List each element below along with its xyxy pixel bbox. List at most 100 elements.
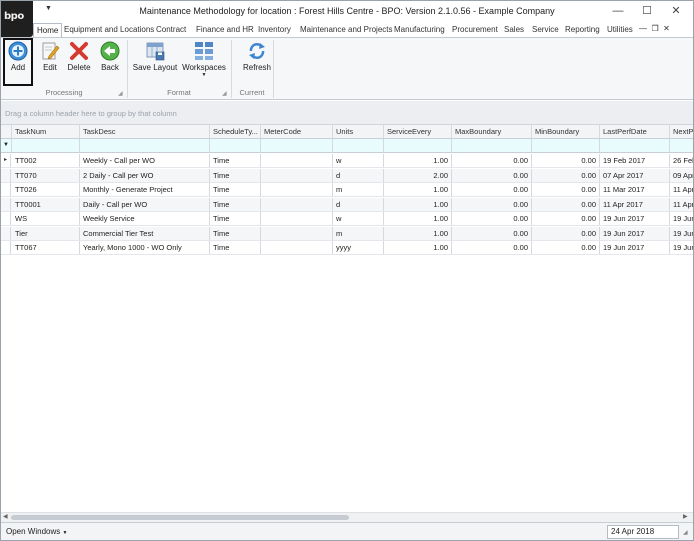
column-header-scheduletype[interactable]: ScheduleTy...	[210, 125, 261, 138]
tab-utilities[interactable]: Utilities	[604, 23, 636, 38]
current-row-indicator-icon[interactable]: ▸	[1, 154, 11, 167]
cell-maxboundary[interactable]: 0.00	[452, 168, 532, 182]
tab-service[interactable]: Service	[529, 23, 562, 38]
cell-scheduletype[interactable]: Time	[210, 168, 261, 182]
cell-lastperfdate[interactable]: 11 Apr 2017	[600, 197, 670, 211]
filter-cell[interactable]	[532, 139, 600, 152]
scroll-right-icon[interactable]: ▶	[683, 513, 688, 522]
tab-reporting[interactable]: Reporting	[562, 23, 603, 38]
group-by-panel[interactable]: Drag a column header here to group by th…	[1, 101, 693, 125]
open-windows-button[interactable]: Open Windows ▼	[6, 527, 67, 536]
cell-units[interactable]: d	[333, 197, 384, 211]
tab-equipment-and-locations[interactable]: Equipment and Locations	[61, 23, 157, 38]
cell-nextperfdate[interactable]: 11 Apr	[670, 183, 693, 196]
cell-taskdesc[interactable]: Monthly - Generate Project	[80, 183, 210, 196]
tab-inventory[interactable]: Inventory	[255, 23, 294, 38]
cell-nextperfdate[interactable]: 09 Apr	[670, 169, 693, 182]
cell-scheduletype[interactable]: Time	[210, 154, 261, 167]
row-indicator[interactable]	[1, 168, 11, 182]
processing-launcher-icon[interactable]: ◢	[118, 90, 123, 97]
cell-maxboundary[interactable]: 0.00	[452, 183, 532, 196]
tab-sales[interactable]: Sales	[501, 23, 527, 38]
cell-metercode[interactable]	[261, 154, 333, 167]
row-indicator[interactable]	[1, 183, 11, 196]
column-header-nextperfdate[interactable]: NextPe	[670, 125, 693, 138]
cell-nextperfdate[interactable]: 19 Jun	[670, 241, 693, 254]
maximize-button[interactable]: ☐	[635, 3, 659, 19]
filter-cell[interactable]	[210, 139, 261, 152]
cell-lastperfdate[interactable]: 11 Mar 2017	[600, 183, 670, 196]
column-header-taskdesc[interactable]: TaskDesc	[80, 125, 210, 138]
cell-lastperfdate[interactable]: 19 Feb 2017	[600, 154, 670, 167]
minimize-button[interactable]: —	[606, 3, 630, 19]
cell-tasknum[interactable]: TT0001	[12, 197, 80, 211]
table-row[interactable]: TT067 Yearly, Mono 1000 - WO Only Time yyyy…	[1, 241, 693, 255]
cell-taskdesc[interactable]: Daily - Call per WO	[80, 197, 210, 211]
tab-contract[interactable]: Contract	[153, 23, 189, 38]
cell-minboundary[interactable]: 0.00	[532, 183, 600, 196]
cell-scheduletype[interactable]: Time	[210, 197, 261, 211]
cell-lastperfdate[interactable]: 19 Jun 2017	[600, 212, 670, 225]
mdi-close-icon[interactable]: ✕	[663, 24, 670, 33]
column-header-lastperfdate[interactable]: LastPerfDate	[600, 125, 670, 138]
cell-tasknum[interactable]: TT002	[12, 154, 80, 167]
edit-button[interactable]: Edit	[37, 40, 63, 84]
column-header-units[interactable]: Units	[333, 125, 384, 138]
mdi-restore-icon[interactable]: ❐	[651, 24, 658, 33]
cell-lastperfdate[interactable]: 19 Jun 2017	[600, 241, 670, 254]
cell-lastperfdate[interactable]: 19 Jun 2017	[600, 226, 670, 240]
cell-serviceevery[interactable]: 2.00	[384, 168, 452, 182]
cell-units[interactable]: d	[333, 168, 384, 182]
cell-taskdesc[interactable]: Yearly, Mono 1000 - WO Only	[80, 241, 210, 254]
cell-tasknum[interactable]: TT070	[12, 168, 80, 182]
cell-maxboundary[interactable]: 0.00	[452, 154, 532, 167]
cell-nextperfdate[interactable]: 11 Apr	[670, 198, 693, 211]
tab-finance-and-hr[interactable]: Finance and HR	[193, 23, 257, 38]
scroll-left-icon[interactable]: ◀	[3, 513, 8, 522]
cell-minboundary[interactable]: 0.00	[532, 226, 600, 240]
cell-scheduletype[interactable]: Time	[210, 226, 261, 240]
cell-taskdesc[interactable]: Weekly - Call per WO	[80, 154, 210, 167]
cell-taskdesc[interactable]: Weekly Service	[80, 212, 210, 225]
cell-maxboundary[interactable]: 0.00	[452, 212, 532, 225]
table-row[interactable]: TT070 2 Daily - Call per WO Time d 2.00 0.00 0…	[1, 168, 693, 183]
cell-tasknum[interactable]: TT067	[12, 241, 80, 254]
column-header-minboundary[interactable]: MinBoundary	[532, 125, 600, 138]
cell-metercode[interactable]	[261, 197, 333, 211]
cell-serviceevery[interactable]: 1.00	[384, 226, 452, 240]
cell-maxboundary[interactable]: 0.00	[452, 197, 532, 211]
cell-nextperfdate[interactable]: 19 Jun	[670, 212, 693, 225]
column-header-tasknum[interactable]: TaskNum	[12, 125, 80, 138]
column-header-maxboundary[interactable]: MaxBoundary	[452, 125, 532, 138]
column-header-serviceevery[interactable]: ServiceEvery	[384, 125, 452, 138]
table-row[interactable]: ▸ TT002 Weekly - Call per WO Time w 1.00 0.00 0…	[1, 154, 693, 168]
cell-taskdesc[interactable]: Commercial Tier Test	[80, 226, 210, 240]
cell-lastperfdate[interactable]: 07 Apr 2017	[600, 168, 670, 182]
cell-units[interactable]: w	[333, 154, 384, 167]
cell-scheduletype[interactable]: Time	[210, 183, 261, 196]
cell-units[interactable]: yyyy	[333, 241, 384, 254]
refresh-button[interactable]: Refresh	[237, 40, 277, 84]
cell-minboundary[interactable]: 0.00	[532, 154, 600, 167]
cell-metercode[interactable]	[261, 183, 333, 196]
scrollbar-thumb[interactable]	[11, 515, 349, 520]
cell-serviceevery[interactable]: 1.00	[384, 241, 452, 254]
cell-nextperfdate[interactable]: 19 Jun	[670, 227, 693, 240]
filter-cell[interactable]	[12, 139, 80, 152]
cell-scheduletype[interactable]: Time	[210, 212, 261, 225]
delete-button[interactable]: Delete	[65, 40, 93, 84]
cell-maxboundary[interactable]: 0.00	[452, 241, 532, 254]
cell-units[interactable]: m	[333, 183, 384, 196]
close-button[interactable]: ✕	[664, 3, 688, 19]
filter-cell[interactable]	[384, 139, 452, 152]
cell-tasknum[interactable]: TT026	[12, 183, 80, 196]
filter-cell[interactable]	[452, 139, 532, 152]
tab-procurement[interactable]: Procurement	[449, 23, 501, 38]
filter-cell[interactable]	[261, 139, 333, 152]
column-header-metercode[interactable]: MeterCode	[261, 125, 333, 138]
cell-minboundary[interactable]: 0.00	[532, 241, 600, 254]
quick-access-dropdown-icon[interactable]: ▼	[45, 5, 52, 12]
cell-tasknum[interactable]: Tier	[12, 226, 80, 240]
cell-units[interactable]: w	[333, 212, 384, 225]
cell-tasknum[interactable]: WS	[12, 212, 80, 225]
